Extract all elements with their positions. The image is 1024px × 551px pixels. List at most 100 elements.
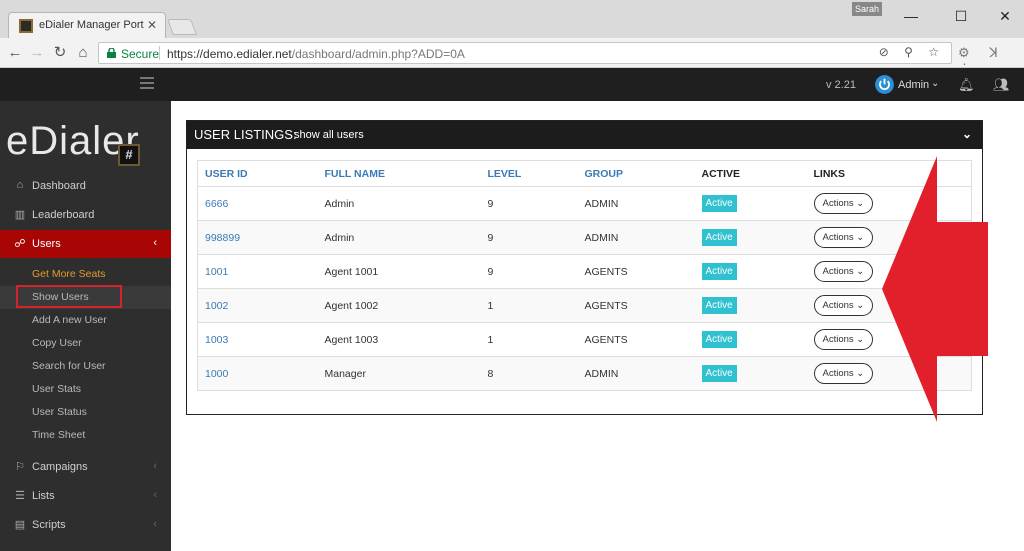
full-name-cell: Admin (317, 186, 481, 221)
annotation-highlight-box (16, 285, 122, 308)
list-icon: ☰ (15, 490, 25, 502)
submenu-user-stats[interactable]: User Stats (0, 378, 171, 401)
address-bar[interactable]: Secure https://demo.edialer.net/dashboar… (98, 42, 952, 64)
table-row: 1003 Agent 1003 1 AGENTS Active Actions ⌄ (197, 322, 972, 357)
active-cell: Active (694, 322, 807, 357)
submenu-user-status[interactable]: User Status (0, 401, 171, 424)
table-row: 6666 Admin 9 ADMIN Active Actions ⌄ (197, 186, 972, 221)
status-badge: Active (701, 263, 737, 280)
actions-dropdown-button[interactable]: Actions ⌄ (813, 363, 874, 384)
forward-icon[interactable]: → (28, 44, 46, 62)
panel-subtitle: show all users (294, 129, 364, 141)
flag-icon: ⚐ (15, 461, 25, 473)
browser-toolbar: ← → ↻ ⌂ Secure https://demo.edialer.net/… (0, 38, 1024, 76)
table-row: 1001 Agent 1001 9 AGENTS Active Actions ⌄ (197, 254, 972, 289)
bell-icon[interactable]: 🔔︎ (958, 77, 975, 93)
col-full-name[interactable]: FULL NAME (317, 160, 481, 187)
level-cell: 9 (480, 186, 578, 221)
chevron-down-icon[interactable]: ⌄ (931, 78, 939, 89)
url-scheme: https:// (167, 47, 204, 61)
level-cell: 8 (480, 356, 578, 391)
actions-dropdown-button[interactable]: Actions ⌄ (813, 295, 874, 316)
full-name-cell: Manager (317, 356, 481, 391)
close-window-button[interactable]: ✕ (990, 6, 1020, 26)
table-header-row: USER ID FULL NAME LEVEL GROUP ACTIVE LIN… (197, 160, 972, 187)
submenu-get-more-seats[interactable]: Get More Seats (0, 263, 171, 286)
user-listings-panel: USER LISTINGS: show all users ⌄ USER ID … (186, 120, 983, 415)
lock-icon (107, 48, 116, 58)
users-icon: ☍ (14, 238, 26, 250)
user-menu-label[interactable]: Admin (898, 79, 929, 91)
chevron-left-icon: ‹ (153, 518, 157, 530)
table-row: 1002 Agent 1002 1 AGENTS Active Actions ⌄ (197, 288, 972, 323)
sidebar: eDialer # ⌂ Dashboard ▥ Leaderboard ☍ Us… (0, 101, 171, 551)
submenu-label: Copy User (32, 337, 82, 349)
chevron-left-icon: ‹ (153, 237, 157, 249)
submenu-search-user[interactable]: Search for User (0, 355, 171, 378)
sidebar-item-scripts[interactable]: ▤ Scripts ‹ (0, 511, 171, 539)
user-id-link[interactable]: 1001 (197, 254, 318, 289)
chevron-left-icon: ‹ (153, 489, 157, 501)
new-tab-button[interactable] (167, 19, 197, 35)
app-topbar: v 2.21 Admin ⌄ 🔔︎ 👥︎ (0, 68, 1024, 101)
sidebar-item-label: Users (32, 238, 61, 250)
sidebar-item-label: Dashboard (32, 180, 86, 192)
group-cell: AGENTS (577, 288, 695, 323)
level-cell: 9 (480, 220, 578, 255)
status-badge: Active (701, 297, 737, 314)
actions-dropdown-button[interactable]: Actions ⌄ (813, 261, 874, 282)
col-user-id[interactable]: USER ID (197, 160, 318, 187)
user-id-link[interactable]: 6666 (197, 186, 318, 221)
annotation-arrow-icon (882, 156, 988, 422)
logo-mark: # (118, 144, 140, 166)
sidebar-item-label: Scripts (32, 519, 66, 531)
submenu-label: Get More Seats (32, 268, 106, 280)
active-cell: Active (694, 356, 807, 391)
submenu-add-user[interactable]: Add A new User (0, 309, 171, 332)
actions-dropdown-button[interactable]: Actions ⌄ (813, 227, 874, 248)
minimize-button[interactable]: — (896, 6, 926, 26)
status-badge: Active (701, 195, 737, 212)
chevron-down-icon[interactable]: ⌄ (962, 127, 972, 141)
submenu-time-sheet[interactable]: Time Sheet (0, 424, 171, 447)
hamburger-icon[interactable] (140, 77, 154, 91)
user-id-link[interactable]: 1000 (197, 356, 318, 391)
users-group-icon[interactable]: 👥︎ (993, 77, 1010, 93)
submenu-label: User Stats (32, 383, 82, 395)
full-name-cell: Admin (317, 220, 481, 255)
user-id-link[interactable]: 1003 (197, 322, 318, 357)
sidebar-item-dashboard[interactable]: ⌂ Dashboard (0, 172, 171, 200)
active-cell: Active (694, 288, 807, 323)
chevron-left-icon: ‹ (153, 460, 157, 472)
back-icon[interactable]: ← (6, 44, 24, 62)
col-active: ACTIVE (694, 160, 807, 187)
browser-titlebar: eDialer Manager Portal | ✕ Sarah — ☐ ✕ (0, 0, 1024, 38)
sidebar-item-lists[interactable]: ☰ Lists ‹ (0, 482, 171, 510)
col-group[interactable]: GROUP (577, 160, 695, 187)
active-cell: Active (694, 186, 807, 221)
user-id-link[interactable]: 1002 (197, 288, 318, 323)
power-icon[interactable] (875, 75, 894, 94)
sidebar-item-leaderboard[interactable]: ▥ Leaderboard (0, 201, 171, 229)
submenu-label: Search for User (32, 360, 106, 372)
user-id-link[interactable]: 998899 (197, 220, 318, 255)
submenu-copy-user[interactable]: Copy User (0, 332, 171, 355)
table-row: 998899 Admin 9 ADMIN Active Actions ⌄ (197, 220, 972, 255)
reload-icon[interactable]: ↻ (51, 44, 69, 62)
actions-dropdown-button[interactable]: Actions ⌄ (813, 329, 874, 350)
profile-chip[interactable]: Sarah (852, 2, 882, 16)
sidebar-item-campaigns[interactable]: ⚐ Campaigns ‹ (0, 453, 171, 481)
level-cell: 9 (480, 254, 578, 289)
url-text[interactable]: https://demo.edialer.net/dashboard/admin… (167, 47, 465, 61)
actions-dropdown-button[interactable]: Actions ⌄ (813, 193, 874, 214)
maximize-button[interactable]: ☐ (946, 6, 976, 26)
tab-title: eDialer Manager Portal | (39, 19, 144, 31)
tab-close-icon[interactable]: ✕ (147, 18, 157, 32)
secure-label: Secure (121, 47, 160, 61)
col-level[interactable]: LEVEL (480, 160, 578, 187)
browser-tab[interactable]: eDialer Manager Portal | ✕ (8, 12, 166, 38)
omnibox-icons[interactable]: ⊘ ⚲ ☆ (879, 45, 945, 59)
sidebar-item-users[interactable]: ☍ Users ‹ (0, 230, 171, 258)
home-browser-icon[interactable]: ⌂ (74, 44, 92, 62)
url-path: /dashboard/admin.php?ADD=0A (291, 47, 465, 61)
